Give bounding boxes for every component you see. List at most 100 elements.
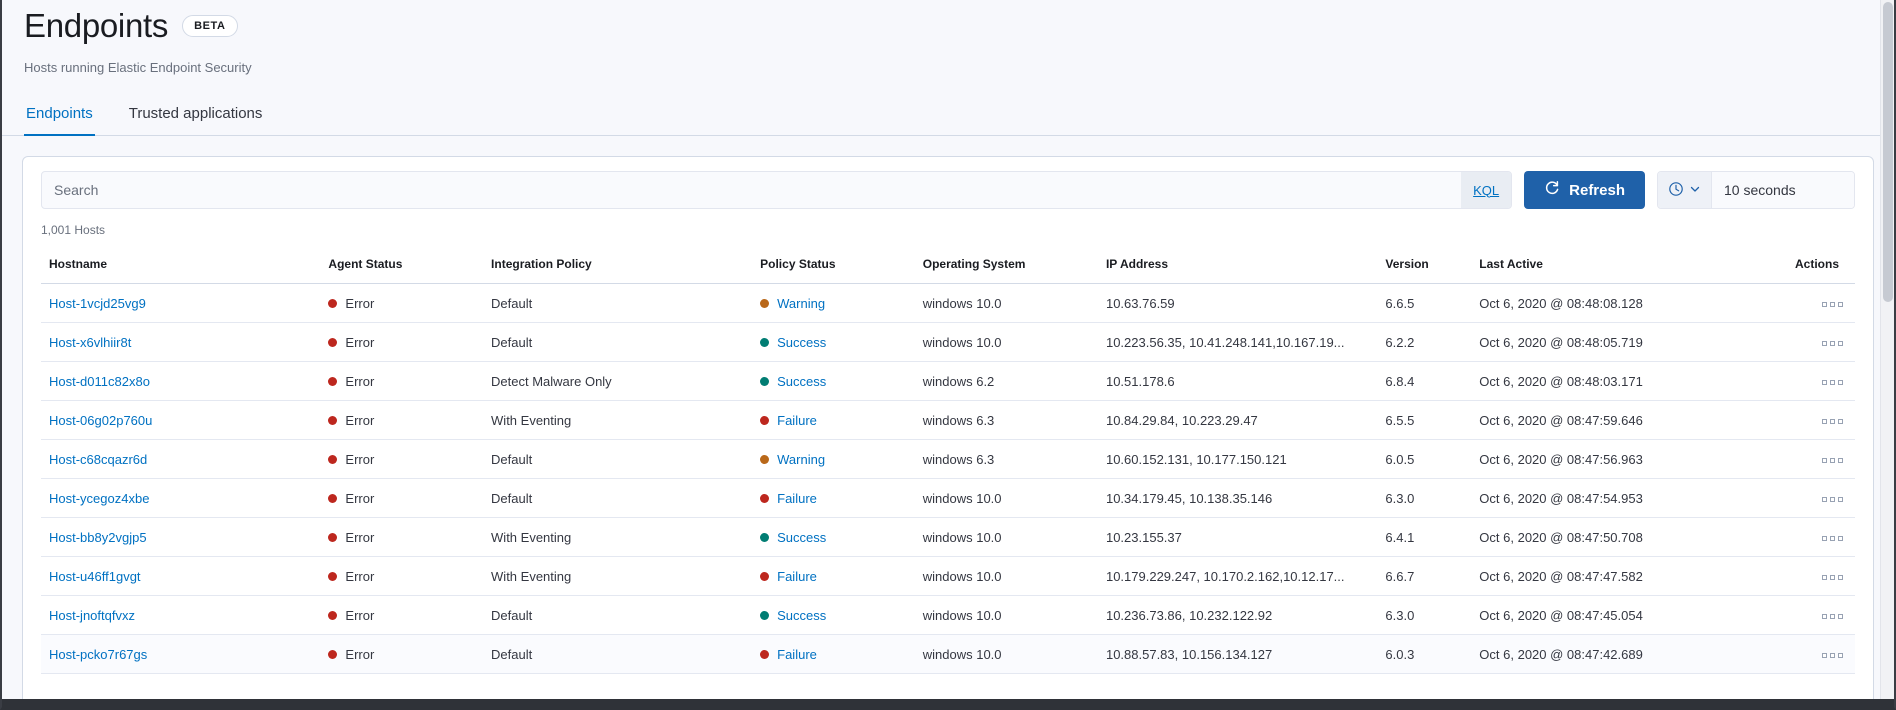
tab-trusted-applications[interactable]: Trusted applications: [127, 101, 265, 136]
horizontal-scrollbar[interactable]: [2, 699, 1896, 707]
column-header-policy-status[interactable]: Policy Status: [752, 251, 915, 284]
status-dot-icon: [760, 650, 769, 659]
agent-status-badge: Error: [328, 491, 374, 506]
column-header-hostname[interactable]: Hostname: [41, 251, 320, 284]
policy-status-label[interactable]: Failure: [777, 413, 817, 428]
cell-hostname: Host-d011c82x8o: [41, 362, 320, 401]
policy-status-badge[interactable]: Failure: [760, 491, 817, 506]
hostname-link[interactable]: Host-u46ff1gvgt: [49, 569, 141, 584]
column-header-operating-system[interactable]: Operating System: [915, 251, 1098, 284]
table-head: Hostname Agent Status Integration Policy…: [41, 251, 1855, 284]
agent-status-badge: Error: [328, 413, 374, 428]
page-header: Endpoints BETA Hosts running Elastic End…: [2, 0, 1894, 75]
status-dot-icon: [328, 650, 337, 659]
hostname-link[interactable]: Host-c68cqazr6d: [49, 452, 147, 467]
cell-last-active: Oct 6, 2020 @ 08:47:47.582: [1471, 557, 1763, 596]
agent-status-label: Error: [345, 491, 374, 506]
policy-status-label[interactable]: Failure: [777, 491, 817, 506]
hostname-link[interactable]: Host-1vcjd25vg9: [49, 296, 146, 311]
page-subtitle: Hosts running Elastic Endpoint Security: [24, 60, 1894, 75]
cell-agent-status: Error: [320, 284, 483, 323]
row-actions-menu-icon[interactable]: [1820, 415, 1845, 428]
cell-version: 6.3.0: [1377, 479, 1471, 518]
cell-last-active: Oct 6, 2020 @ 08:48:03.171: [1471, 362, 1763, 401]
cell-policy-status: Warning: [752, 440, 915, 479]
cell-ip-address: 10.60.152.131, 10.177.150.121: [1098, 440, 1377, 479]
policy-status-badge[interactable]: Success: [760, 335, 826, 350]
status-dot-icon: [760, 494, 769, 503]
column-header-integration-policy[interactable]: Integration Policy: [483, 251, 752, 284]
table-row: Host-pcko7r67gsErrorDefaultFailurewindow…: [41, 635, 1855, 674]
policy-status-badge[interactable]: Failure: [760, 569, 817, 584]
cell-actions: [1763, 440, 1855, 479]
vertical-scrollbar-thumb[interactable]: [1883, 2, 1893, 302]
policy-status-label[interactable]: Failure: [777, 569, 817, 584]
cell-version: 6.0.5: [1377, 440, 1471, 479]
tab-endpoints[interactable]: Endpoints: [24, 101, 95, 136]
row-actions-menu-icon[interactable]: [1820, 532, 1845, 545]
row-actions-menu-icon[interactable]: [1820, 454, 1845, 467]
agent-status-label: Error: [345, 452, 374, 467]
kql-toggle[interactable]: KQL: [1461, 172, 1511, 208]
policy-status-label[interactable]: Warning: [777, 452, 825, 467]
table-row: Host-d011c82x8oErrorDetect Malware OnlyS…: [41, 362, 1855, 401]
cell-hostname: Host-06g02p760u: [41, 401, 320, 440]
refresh-button[interactable]: Refresh: [1524, 171, 1645, 209]
policy-status-badge[interactable]: Warning: [760, 452, 825, 467]
status-dot-icon: [760, 455, 769, 464]
row-actions-menu-icon[interactable]: [1820, 571, 1845, 584]
cell-integration-policy: Default: [483, 479, 752, 518]
search-input[interactable]: [42, 172, 1461, 208]
policy-status-badge[interactable]: Success: [760, 374, 826, 389]
hostname-link[interactable]: Host-ycegoz4xbe: [49, 491, 149, 506]
hostname-link[interactable]: Host-pcko7r67gs: [49, 647, 147, 662]
policy-status-badge[interactable]: Success: [760, 608, 826, 623]
row-actions-menu-icon[interactable]: [1820, 337, 1845, 350]
cell-hostname: Host-bb8y2vgjp5: [41, 518, 320, 557]
policy-status-badge[interactable]: Failure: [760, 413, 817, 428]
policy-status-badge[interactable]: Failure: [760, 647, 817, 662]
policy-status-label[interactable]: Success: [777, 335, 826, 350]
row-actions-menu-icon[interactable]: [1820, 298, 1845, 311]
agent-status-label: Error: [345, 530, 374, 545]
cell-ip-address: 10.84.29.84, 10.223.29.47: [1098, 401, 1377, 440]
agent-status-badge: Error: [328, 569, 374, 584]
policy-status-label[interactable]: Failure: [777, 647, 817, 662]
policy-status-label[interactable]: Success: [777, 374, 826, 389]
policy-status-label[interactable]: Warning: [777, 296, 825, 311]
row-actions-menu-icon[interactable]: [1820, 493, 1845, 506]
column-header-ip-address[interactable]: IP Address: [1098, 251, 1377, 284]
cell-policy-status: Success: [752, 518, 915, 557]
agent-status-badge: Error: [328, 647, 374, 662]
cell-agent-status: Error: [320, 440, 483, 479]
agent-status-badge: Error: [328, 608, 374, 623]
policy-status-label[interactable]: Success: [777, 530, 826, 545]
row-actions-menu-icon[interactable]: [1820, 376, 1845, 389]
hostname-link[interactable]: Host-jnoftqfvxz: [49, 608, 135, 623]
status-dot-icon: [328, 533, 337, 542]
hostname-link[interactable]: Host-06g02p760u: [49, 413, 152, 428]
vertical-scrollbar-track[interactable]: [1880, 0, 1894, 710]
column-header-last-active[interactable]: Last Active: [1471, 251, 1763, 284]
cell-ip-address: 10.34.179.45, 10.138.35.146: [1098, 479, 1377, 518]
hosts-count: 1,001 Hosts: [41, 223, 1855, 237]
policy-status-label[interactable]: Success: [777, 608, 826, 623]
status-dot-icon: [328, 416, 337, 425]
refresh-interval-value[interactable]: 10 seconds: [1712, 172, 1854, 208]
hostname-link[interactable]: Host-bb8y2vgjp5: [49, 530, 147, 545]
policy-status-badge[interactable]: Warning: [760, 296, 825, 311]
policy-status-badge[interactable]: Success: [760, 530, 826, 545]
cell-version: 6.2.2: [1377, 323, 1471, 362]
row-actions-menu-icon[interactable]: [1820, 649, 1845, 662]
cell-hostname: Host-pcko7r67gs: [41, 635, 320, 674]
refresh-interval-button[interactable]: [1658, 172, 1712, 208]
column-header-agent-status[interactable]: Agent Status: [320, 251, 483, 284]
hostname-link[interactable]: Host-d011c82x8o: [49, 374, 150, 389]
column-header-version[interactable]: Version: [1377, 251, 1471, 284]
cell-agent-status: Error: [320, 479, 483, 518]
search-box[interactable]: KQL: [41, 171, 1512, 209]
cell-last-active: Oct 6, 2020 @ 08:47:54.953: [1471, 479, 1763, 518]
row-actions-menu-icon[interactable]: [1820, 610, 1845, 623]
hostname-link[interactable]: Host-x6vlhiir8t: [49, 335, 131, 350]
table-row: Host-u46ff1gvgtErrorWith EventingFailure…: [41, 557, 1855, 596]
